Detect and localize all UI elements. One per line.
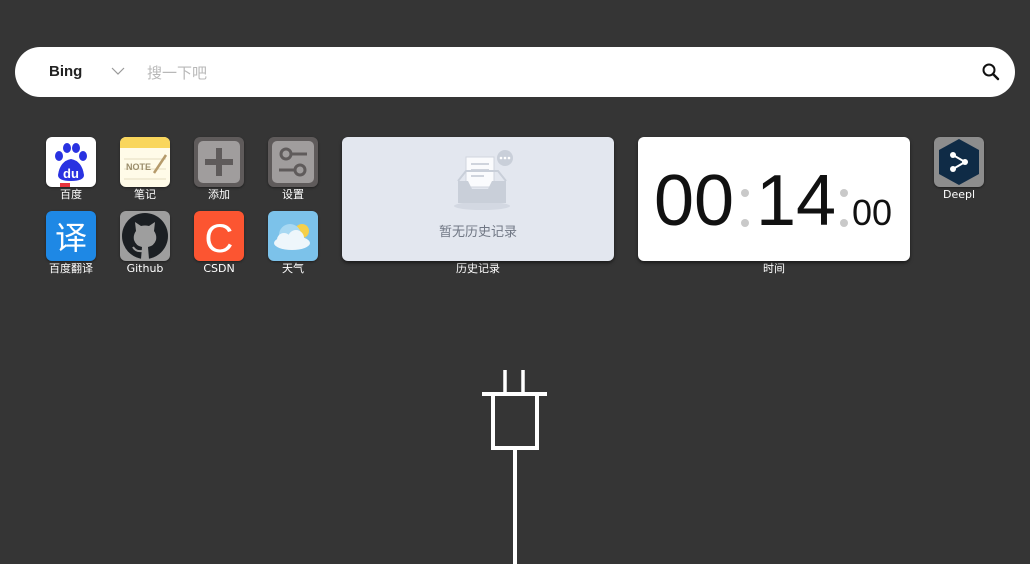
plug-icon [482,370,547,564]
